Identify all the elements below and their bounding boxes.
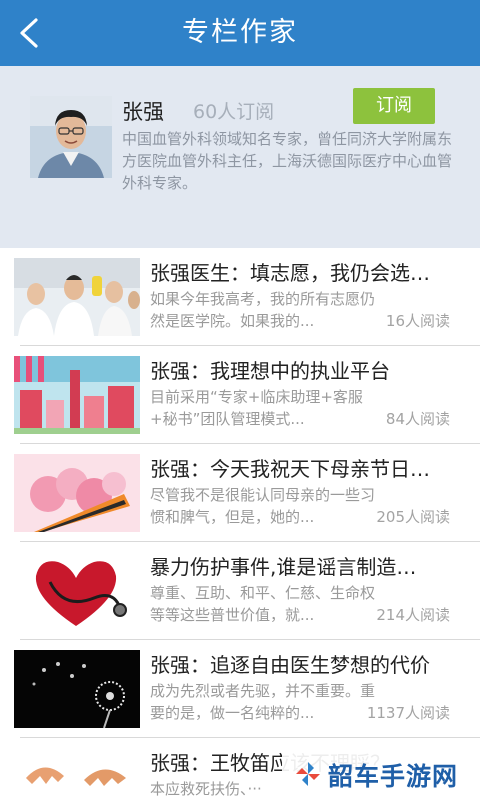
article-read-count: 84人阅读 (385, 410, 450, 428)
article-title: 张强：我理想中的执业平台 (150, 359, 390, 383)
article-item[interactable]: 暴力伤护事件,谁是谣言制造… 尊重、互助、和平、仁慈、生命权等等这些普世价值，就… (0, 542, 480, 640)
dandelion-night (14, 650, 140, 728)
article-item[interactable]: 张强医生：填志愿，我仍会选… 如果今年我高考，我的所有志愿仍然是医学院。如果我的… (0, 248, 480, 346)
watermark-text: 韶车手游网 (328, 762, 459, 791)
author-avatar[interactable] (30, 96, 112, 178)
subscriber-count: 60人订阅 (193, 101, 275, 123)
author-name: 张强 (122, 100, 164, 124)
site-watermark: 韶车手游网 (282, 748, 480, 800)
article-excerpt: 成为先烈或者先驱，并不重要。重要的是，做一名纯粹的... (150, 682, 376, 722)
article-excerpt: 尽管我不是很能认同母亲的一些习惯和脾气，但是，她的... (150, 486, 376, 526)
top-bar: 专栏作家 (0, 0, 480, 66)
article-title: 张强：今天我祝天下母亲节日… (150, 457, 430, 481)
article-thumbnail (14, 748, 140, 800)
author-bio: 中国血管外科领域知名专家，曾任同济大学附属东方医院血管外科主任，上海沃德国际医疗… (122, 130, 453, 192)
doctors-lab-photo (14, 258, 140, 336)
article-thumbnail (14, 258, 140, 336)
article-thumbnail (14, 356, 140, 434)
author-panel: 张强 60人订阅 订阅 中国血管外科领域知名专家，曾任同济大学附属东方医院血管外… (0, 66, 480, 248)
article-read-count: 16人阅读 (385, 312, 450, 330)
pinwheel-logo-icon (296, 762, 320, 786)
article-read-count: 205人阅读 (376, 508, 450, 526)
article-excerpt: 目前采用“专家+临床助理+客服+秘书”团队管理模式... (150, 388, 363, 428)
article-thumbnail (14, 454, 140, 532)
article-title: 张强：追逐自由医生梦想的代价 (150, 653, 430, 677)
author-photo (30, 96, 112, 178)
page-title: 专栏作家 (182, 17, 298, 48)
heart-stethoscope (14, 552, 140, 630)
article-excerpt: 如果今年我高考，我的所有志愿仍然是医学院。如果我的... (150, 290, 376, 330)
article-thumbnail (14, 552, 140, 630)
article-read-count: 214人阅读 (376, 606, 450, 624)
carnation-flowers (14, 454, 140, 532)
article-title: 暴力伤护事件,谁是谣言制造… (150, 555, 417, 579)
city-illustration (14, 356, 140, 434)
article-item[interactable]: 张强：我理想中的执业平台 目前采用“专家+临床助理+客服+秘书”团队管理模式..… (0, 346, 480, 444)
subscribe-button[interactable]: 订阅 (353, 88, 435, 124)
article-list: 张强医生：填志愿，我仍会选… 如果今年我高考，我的所有志愿仍然是医学院。如果我的… (0, 248, 480, 800)
article-thumbnail (14, 650, 140, 728)
article-excerpt: 尊重、互助、和平、仁慈、生命权等等这些普世价值，就... (150, 584, 376, 624)
broken-eggshells (14, 748, 140, 800)
article-item[interactable]: 张强：追逐自由医生梦想的代价 成为先烈或者先驱，并不重要。重要的是，做一名纯粹的… (0, 640, 480, 738)
article-read-count: 1137人阅读 (366, 704, 450, 722)
article-title: 张强医生：填志愿，我仍会选… (150, 261, 430, 285)
article-item[interactable]: 张强：今天我祝天下母亲节日… 尽管我不是很能认同母亲的一些习惯和脾气，但是，她的… (0, 444, 480, 542)
